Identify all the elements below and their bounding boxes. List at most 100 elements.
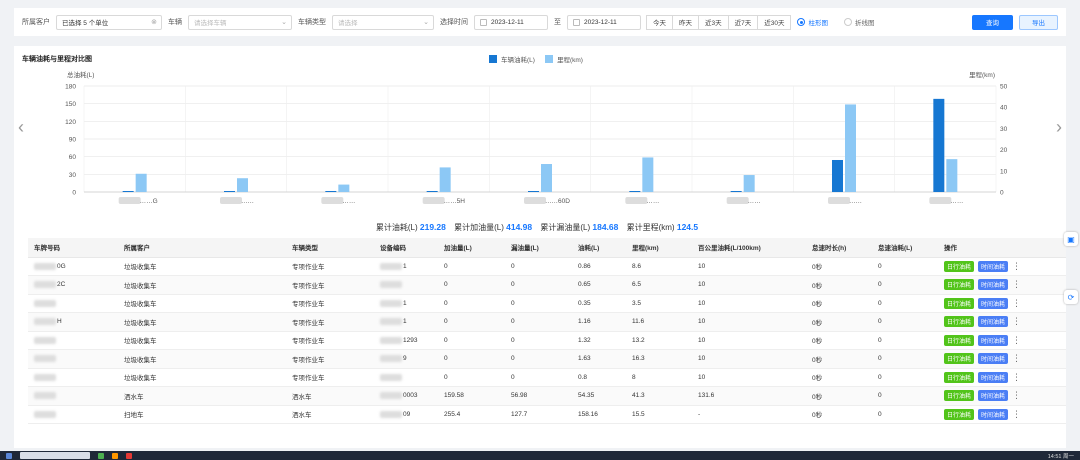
more-icon[interactable]: ⋮ [1012,335,1021,345]
date-to-input[interactable]: 2023-12-11 [567,14,641,30]
time-fuel-button[interactable]: 时间油耗 [978,371,1009,383]
daily-fuel-button[interactable]: 日行油耗 [944,390,975,402]
operation-group: 日行油耗 时间油耗 ⋮ [944,353,1066,365]
right-tick-label: 10 [1000,168,1008,175]
daily-fuel-button[interactable]: 日行油耗 [944,408,975,420]
table-row[interactable]: 垃圾收集车 专项作业车 9 0 0 1.63 16.3 10 0秒 0 日行油耗 时间油耗 ⋮ [28,349,1066,369]
left-tick-label: 150 [65,101,76,108]
daily-fuel-button[interactable]: 日行油耗 [944,279,975,291]
mileage-bar[interactable] [642,157,654,192]
masked-category [220,197,242,204]
fuel-bar[interactable] [325,191,337,192]
query-button[interactable]: 查询 [972,14,1013,30]
fuel-bar[interactable] [730,191,742,192]
gift-icon[interactable]: ▣ [1064,232,1078,246]
customer-select[interactable]: 已选择 5 个单位 ⊗ [56,14,162,30]
operation-cell: 日行油耗 时间油耗 ⋮ [938,294,1066,313]
table-cell: 0 [438,257,505,276]
time-fuel-button[interactable]: 时间油耗 [978,279,1009,291]
daily-fuel-button[interactable]: 日行油耗 [944,353,975,365]
time-fuel-button[interactable]: 时间油耗 [978,408,1009,420]
quick-yesterday-button[interactable]: 昨天 [672,14,699,30]
mileage-bar[interactable] [541,164,552,192]
more-icon[interactable]: ⋮ [1012,280,1021,289]
fuel-bar[interactable] [224,191,235,192]
time-fuel-button[interactable]: 时间油耗 [978,353,1009,365]
mileage-bar[interactable] [135,173,147,192]
table-cell: 垃圾收集车 [118,312,286,332]
time-fuel-button[interactable]: 时间油耗 [978,390,1009,402]
table-row[interactable]: 0G 垃圾收集车 专项作业车 1 0 0 0.86 8.6 10 0秒 0 日行油耗 时间油耗 ⋮ [28,257,1066,276]
mileage-bar[interactable] [946,159,958,192]
fuel-bar[interactable] [629,191,641,192]
quick-7days-button[interactable]: 近7天 [727,14,759,30]
table-row[interactable]: 垃圾收集车 专项作业车 1 0 0 0.35 3.5 10 0秒 0 日行油耗 时间油耗 ⋮ [28,294,1066,313]
table-cell: 垃圾收集车 [118,275,286,295]
table-row[interactable]: 垃圾收集车 专项作业车 0 0 0.8 8 10 0秒 0 日行油耗 时间油耗 ⋮ [28,368,1066,387]
column-header: 所属客户 [118,238,286,258]
vehicle-select[interactable]: 请选择车辆 ⌄ [188,14,292,30]
table-row[interactable]: 垃圾收集车 专项作业车 1293 0 0 1.32 13.2 10 0秒 0 日行油耗 时间油耗 ⋮ [28,331,1066,350]
clock: 14:51 周一 [1047,453,1074,460]
refresh-icon[interactable]: ⟳ [1064,290,1078,304]
bar-chart-radio[interactable]: 柱形图 [797,17,828,27]
mileage-bar[interactable] [338,184,350,192]
quick-3days-button[interactable]: 近3天 [698,14,729,30]
operation-group: 日行油耗 时间油耗 ⋮ [944,390,1066,402]
table-row[interactable]: 洒水车 洒水车 0003 159.58 56.98 54.35 41.3 131.6 0秒 0 日行… [28,386,1066,406]
time-fuel-button[interactable]: 时间油耗 [978,260,1009,272]
mileage-bar[interactable] [439,167,451,192]
more-icon[interactable]: ⋮ [1012,354,1021,363]
table-row[interactable]: H 垃圾收集车 专项作业车 1 0 0 1.16 11.6 10 0秒 0 日行油耗 时间油耗 ⋮ [28,312,1066,332]
operation-group: 日行油耗 时间油耗 ⋮ [944,279,1066,291]
app-icon[interactable] [112,452,118,459]
more-icon[interactable]: ⋮ [1012,317,1021,326]
export-button[interactable]: 导出 [1019,14,1058,30]
mileage-bar[interactable] [237,178,248,192]
time-fuel-button[interactable]: 时间油耗 [978,334,1009,346]
taskbar-search[interactable] [20,452,90,459]
table-cell: 1 [374,257,438,276]
clear-icon[interactable]: ⊗ [151,18,157,26]
cell-text: 0秒 [812,301,823,309]
windows-start-icon[interactable] [6,452,12,459]
table-cell: 8 [626,368,692,387]
fuel-bar[interactable] [832,159,843,192]
daily-fuel-button[interactable]: 日行油耗 [944,316,975,328]
category-label: …… [748,198,761,205]
fuel-bar[interactable] [933,98,945,192]
fuel-bar[interactable] [528,191,539,192]
fuel-bar[interactable] [122,191,134,192]
daily-fuel-button[interactable]: 日行油耗 [944,260,975,272]
time-fuel-button[interactable]: 时间油耗 [978,316,1009,328]
more-icon[interactable]: ⋮ [1012,372,1021,382]
more-icon[interactable]: ⋮ [1012,409,1021,419]
date-from-input[interactable]: 2023-12-11 [474,14,548,30]
app-icon[interactable] [98,452,104,459]
more-icon[interactable]: ⋮ [1012,261,1021,271]
column-header: 漏油量(L) [505,238,572,258]
masked-text [380,355,402,363]
quick-today-button[interactable]: 今天 [646,14,673,30]
system-tray: 14:51 周一 [1048,452,1074,460]
more-icon[interactable]: ⋮ [1012,298,1021,308]
table-row[interactable]: 2C 垃圾收集车 专项作业车 0 0 0.65 6.5 10 0秒 0 日行油耗 时间油耗 ⋮ [28,275,1066,295]
line-chart-radio[interactable]: 折线图 [843,17,874,27]
table-row[interactable]: 扫地车 洒水车 09 255.4 127.7 158.16 15.5 - 0秒 0 日行油耗 时间油耗… [28,405,1066,424]
app-icon[interactable] [126,452,132,459]
mileage-bar[interactable] [743,175,755,192]
mileage-bar[interactable] [845,104,856,192]
daily-fuel-button[interactable]: 日行油耗 [944,297,975,309]
daily-fuel-button[interactable]: 日行油耗 [944,371,975,383]
quick-30days-button[interactable]: 近30天 [757,14,792,30]
vehicle-type-select[interactable]: 请选择 ⌄ [332,14,434,30]
date-from-value: 2023-12-11 [491,18,524,26]
column-header: 车辆类型 [286,238,374,258]
time-fuel-button[interactable]: 时间油耗 [978,297,1009,309]
daily-fuel-button[interactable]: 日行油耗 [944,334,975,346]
table-cell: 10 [692,349,806,369]
cell-text: 垃圾收集车 [124,338,157,346]
table-cell: 0 [872,331,938,350]
more-icon[interactable]: ⋮ [1012,391,1021,400]
fuel-bar[interactable] [426,191,438,192]
